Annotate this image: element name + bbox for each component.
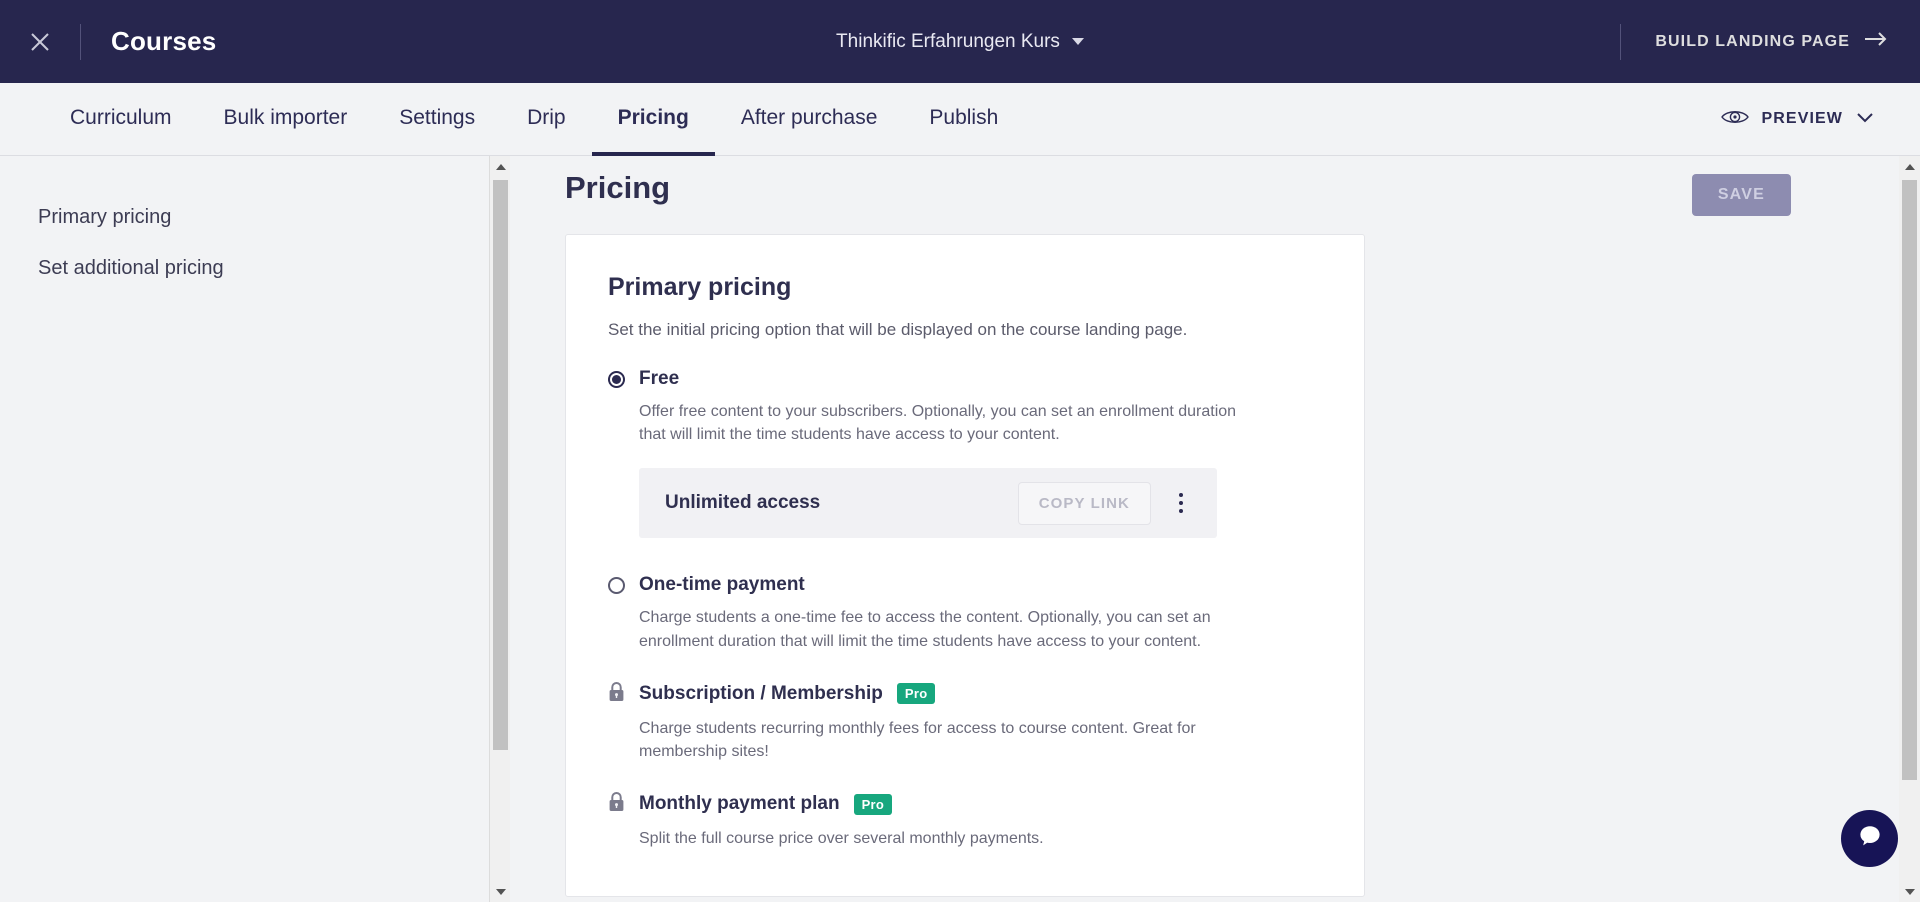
- option-header: Free: [608, 368, 1322, 390]
- option-description: Split the full course price over several…: [639, 830, 1044, 848]
- pricing-sidebar: Primary pricing Set additional pricing: [0, 156, 510, 902]
- close-icon: [27, 29, 53, 55]
- chevron-down-icon[interactable]: [1071, 38, 1084, 45]
- tab-drip[interactable]: Drip: [501, 83, 592, 156]
- scrollbar-thumb[interactable]: [1902, 180, 1917, 780]
- card-subtitle: Set the initial pricing option that will…: [608, 320, 1188, 339]
- scroll-up-arrow-icon[interactable]: [1899, 156, 1920, 177]
- preview-button[interactable]: PREVIEW: [1720, 83, 1875, 155]
- tab-bar: Curriculum Bulk importer Settings Drip P…: [0, 83, 1920, 156]
- scroll-down-arrow-icon[interactable]: [1899, 881, 1920, 902]
- topbar-right-group: BUILD LANDING PAGE: [1620, 0, 1920, 83]
- tab-pricing[interactable]: Pricing: [591, 83, 715, 156]
- more-vertical-icon[interactable]: [1169, 493, 1193, 514]
- scroll-up-arrow-icon[interactable]: [490, 156, 511, 177]
- scrollbar-thumb[interactable]: [493, 180, 508, 750]
- tab-publish[interactable]: Publish: [903, 83, 1024, 156]
- eye-icon: [1720, 108, 1749, 131]
- lock-icon: [608, 791, 625, 817]
- sidebar-list: Primary pricing Set additional pricing: [0, 156, 509, 294]
- pricing-option-one-time-payment[interactable]: One-time payment Charge students a one-t…: [608, 574, 1322, 652]
- close-button[interactable]: [0, 0, 80, 83]
- option-description: Charge students recurring monthly fees f…: [639, 719, 1196, 760]
- arrow-right-icon: [1864, 31, 1888, 52]
- option-header: Subscription / Membership Pro: [608, 681, 1322, 707]
- sidebar-item-label: Primary pricing: [38, 206, 172, 228]
- tab-settings[interactable]: Settings: [373, 83, 501, 156]
- pricing-option-subscription-membership[interactable]: Subscription / Membership Pro Charge stu…: [608, 681, 1322, 763]
- option-description: Charge students a one-time fee to access…: [639, 609, 1211, 650]
- tab-label: Drip: [527, 105, 566, 129]
- option-header: One-time payment: [608, 574, 1322, 596]
- option-label: One-time payment: [639, 574, 805, 596]
- pro-badge: Pro: [853, 793, 893, 815]
- main-content: Pricing SAVE Primary pricing Set the ini…: [511, 156, 1899, 902]
- option-label: Subscription / Membership: [639, 682, 883, 704]
- option-label: Monthly payment plan: [639, 793, 840, 815]
- copy-link-button[interactable]: COPY LINK: [1017, 481, 1151, 525]
- scroll-down-arrow-icon[interactable]: [490, 881, 511, 902]
- topbar-divider-right: [1620, 23, 1622, 60]
- option-header: Monthly payment plan Pro: [608, 791, 1322, 817]
- primary-pricing-card: Primary pricing Set the initial pricing …: [565, 234, 1365, 898]
- option-description: Offer free content to your subscribers. …: [639, 403, 1237, 444]
- sidebar-item-set-additional-pricing[interactable]: Set additional pricing: [0, 243, 509, 294]
- build-landing-page-label: BUILD LANDING PAGE: [1655, 32, 1850, 50]
- pricing-option-free[interactable]: Free Offer free content to your subscrib…: [608, 368, 1322, 539]
- save-button[interactable]: SAVE: [1691, 174, 1791, 216]
- content-header: Pricing SAVE: [511, 156, 1899, 234]
- radio-free[interactable]: [608, 370, 625, 388]
- tab-after-purchase[interactable]: After purchase: [715, 83, 904, 156]
- radio-one-time-payment[interactable]: [608, 576, 625, 594]
- card-title: Primary pricing: [608, 273, 792, 301]
- topbar-divider-left: [80, 23, 81, 60]
- sidebar-item-label: Set additional pricing: [38, 257, 224, 279]
- tab-label: Curriculum: [70, 105, 172, 129]
- tab-curriculum[interactable]: Curriculum: [44, 83, 198, 156]
- top-bar: Courses Thinkific Erfahrungen Kurs BUILD…: [0, 0, 1920, 83]
- tab-label: After purchase: [740, 105, 878, 129]
- unlimited-access-row: Unlimited access COPY LINK: [639, 468, 1217, 539]
- option-label: Free: [639, 368, 680, 389]
- pricing-option-monthly-payment-plan[interactable]: Monthly payment plan Pro Split the full …: [608, 791, 1322, 850]
- tab-bulk-importer[interactable]: Bulk importer: [198, 83, 374, 156]
- tab-label: Settings: [399, 105, 476, 129]
- sidebar-scrollbar[interactable]: [489, 156, 510, 902]
- page-body: Primary pricing Set additional pricing P…: [0, 156, 1920, 902]
- tab-label: Pricing: [617, 105, 689, 129]
- tab-list: Curriculum Bulk importer Settings Drip P…: [44, 83, 1024, 156]
- tab-label: Publish: [929, 105, 999, 129]
- pro-badge: Pro: [896, 683, 936, 705]
- sidebar-item-primary-pricing[interactable]: Primary pricing: [0, 192, 509, 243]
- tab-label: Bulk importer: [223, 105, 348, 129]
- page-title: Pricing: [565, 170, 671, 205]
- preview-label: PREVIEW: [1761, 110, 1843, 127]
- chat-button[interactable]: [1841, 810, 1898, 867]
- page-scrollbar[interactable]: [1899, 156, 1920, 902]
- build-landing-page-button[interactable]: BUILD LANDING PAGE: [1655, 31, 1888, 52]
- lock-icon: [608, 681, 625, 707]
- app-title: Courses: [111, 26, 217, 56]
- course-name-label: Thinkific Erfahrungen Kurs: [836, 30, 1060, 52]
- chat-bubble-icon: [1856, 822, 1884, 855]
- chevron-down-icon: [1856, 110, 1874, 128]
- access-label: Unlimited access: [665, 492, 821, 514]
